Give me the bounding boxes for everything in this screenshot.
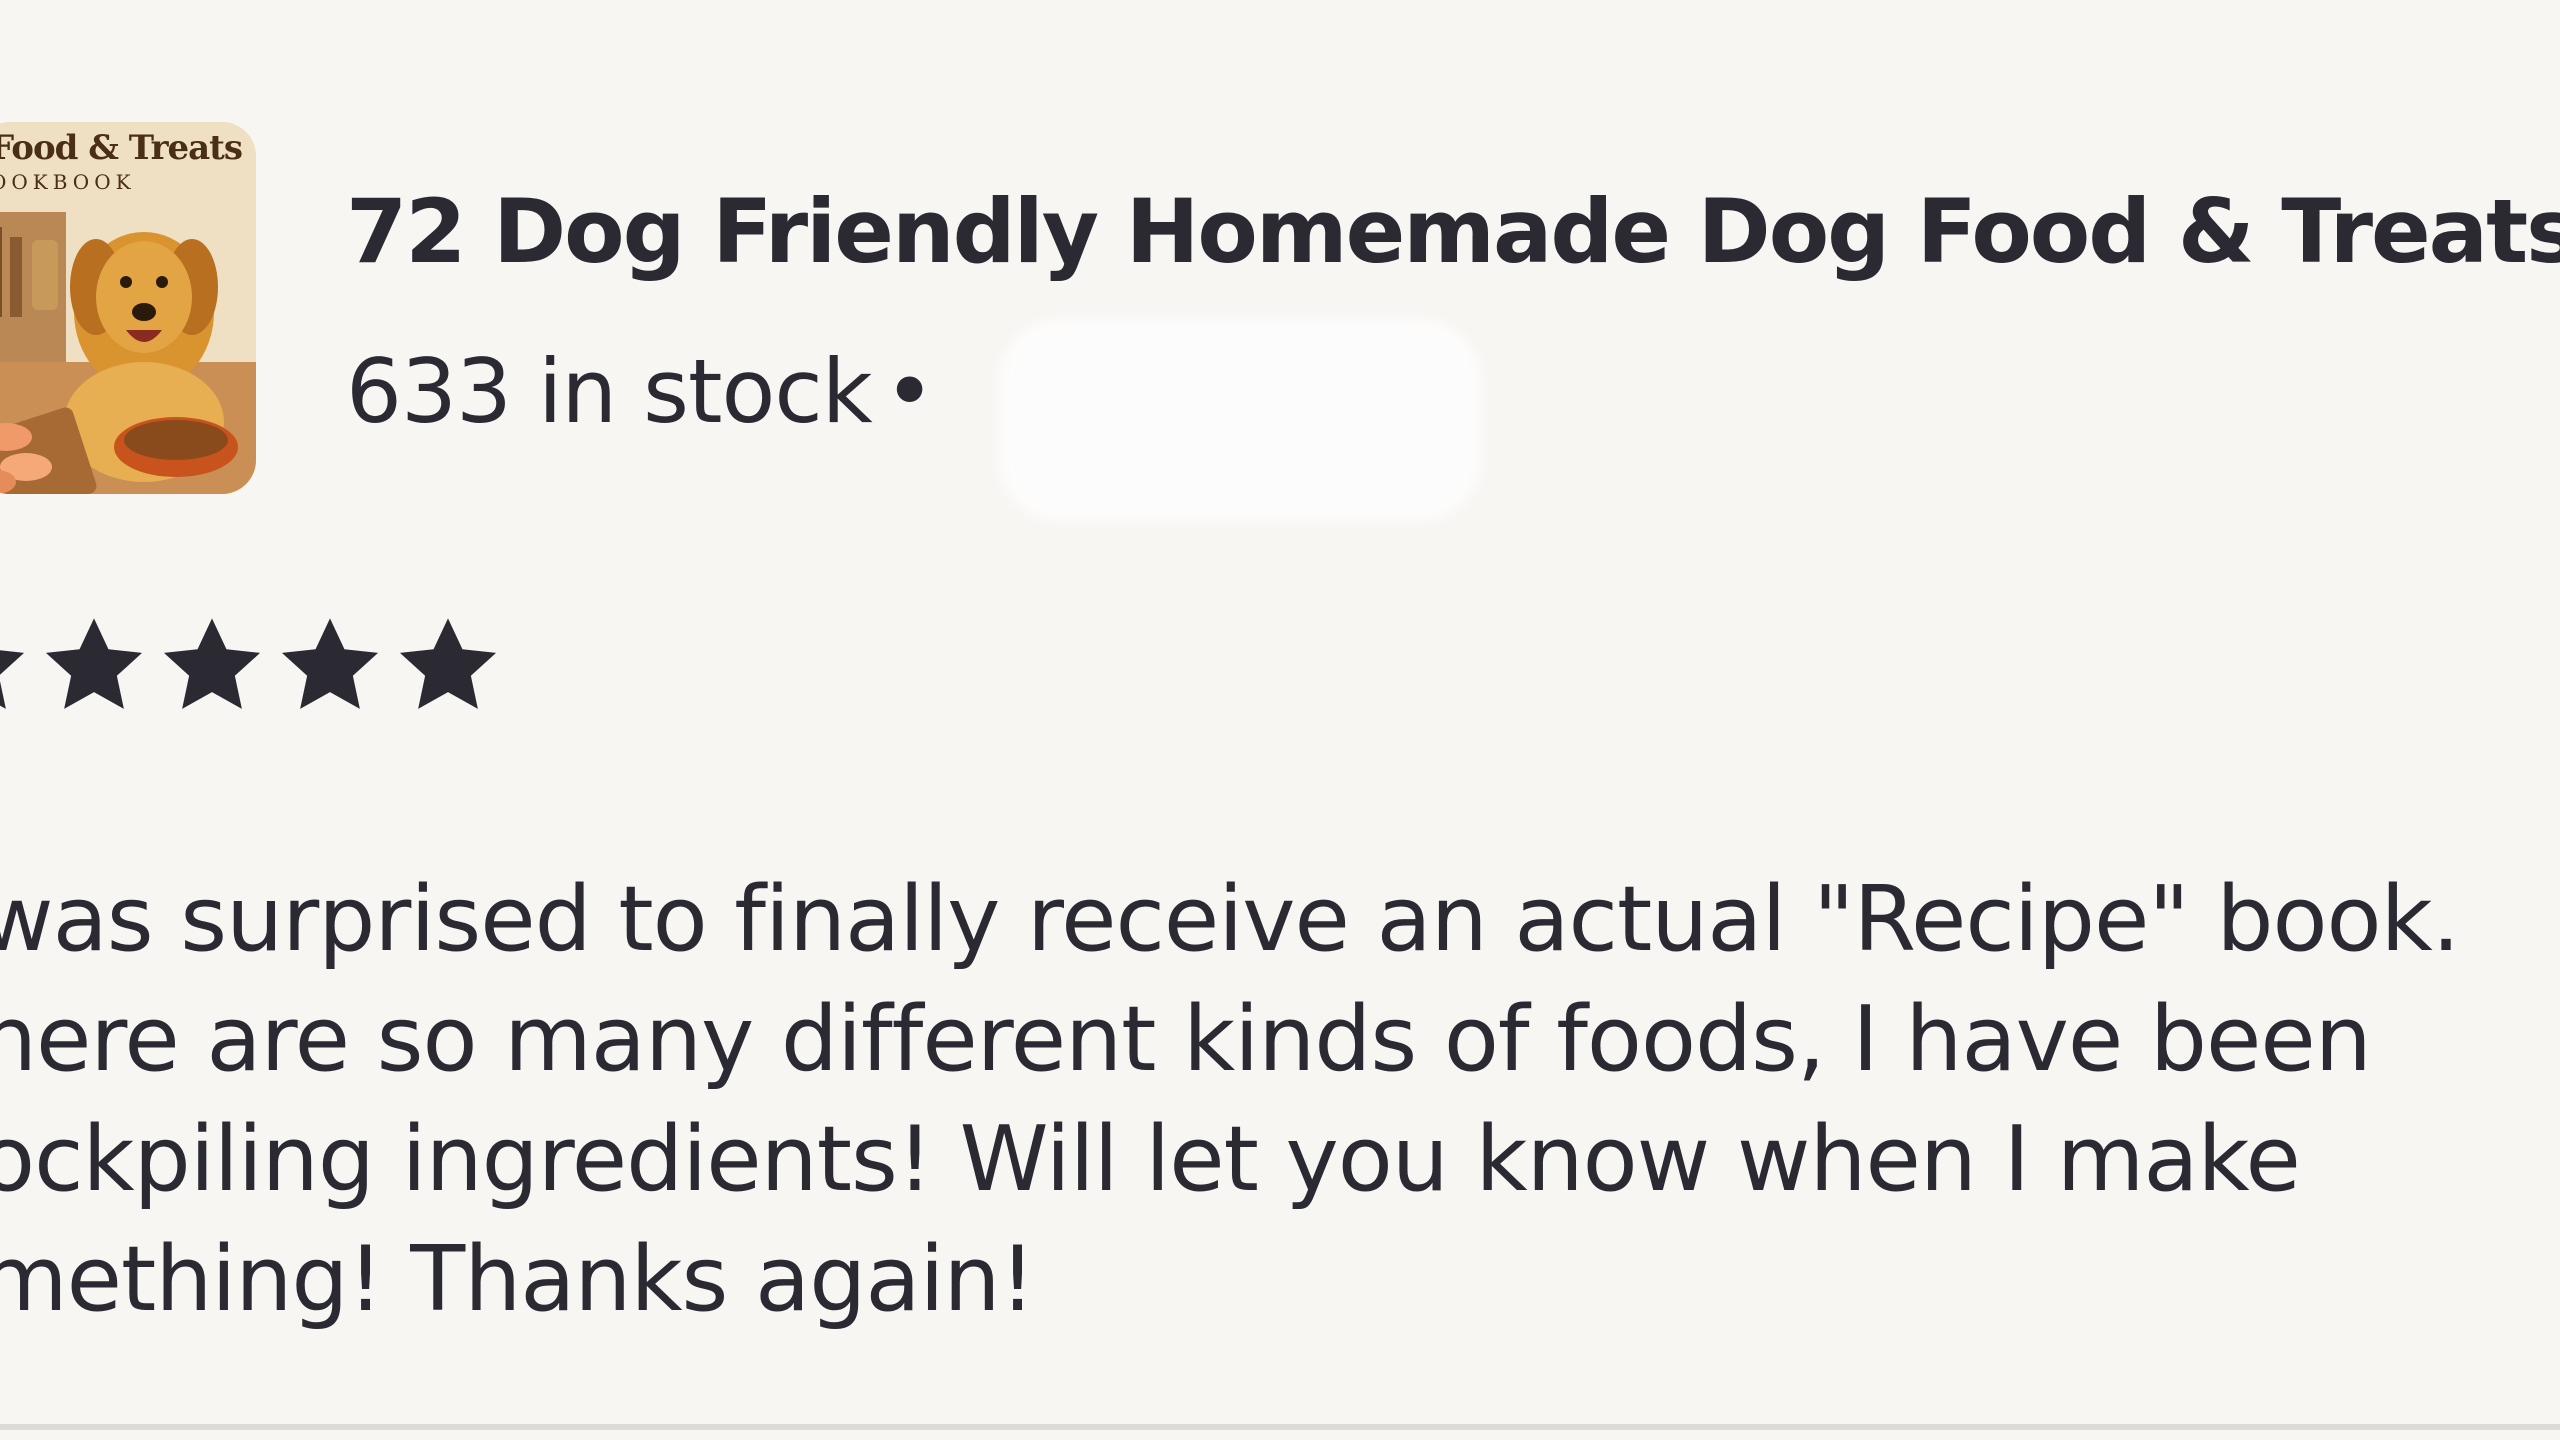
review-line: mething! Thanks again!: [0, 1227, 1036, 1332]
cover-subtitle-text: OOKBOOK: [0, 170, 136, 194]
meta-separator: •: [883, 340, 936, 443]
star-icon: [281, 618, 379, 709]
star-icon: [163, 618, 261, 709]
review-line: ockpiling ingredients! Will let you know…: [0, 1107, 2301, 1212]
cover-title-text: Food & Treats: [0, 128, 243, 168]
stock-count: 633 in stock: [346, 340, 873, 443]
redacted-area: [1000, 320, 1480, 520]
star-icon: [0, 650, 25, 709]
listing-title[interactable]: 72 Dog Friendly Homemade Dog Food & Trea…: [346, 180, 2560, 283]
star-icon: [45, 618, 143, 709]
star-icon: [399, 618, 497, 709]
listing-meta: 633 in stock •: [346, 340, 936, 443]
review-line: here are so many different kinds of food…: [0, 987, 2372, 1092]
divider: [0, 1424, 2560, 1430]
review-text: was surprised to finally receive an actu…: [0, 860, 2460, 1340]
review-line: was surprised to finally receive an actu…: [0, 867, 2460, 972]
listing-thumbnail[interactable]: Food & Treats OOKBOOK: [0, 122, 256, 494]
